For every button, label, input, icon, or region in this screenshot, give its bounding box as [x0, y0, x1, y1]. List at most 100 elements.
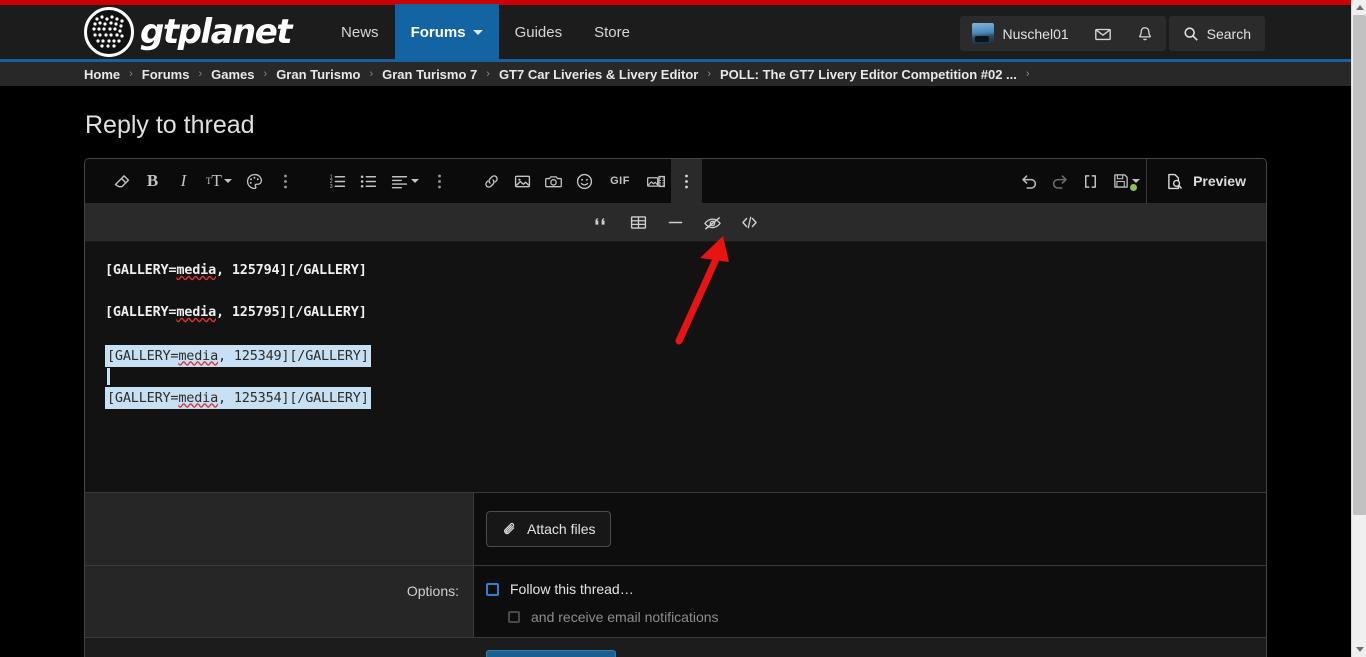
insert-photo-button[interactable]	[538, 159, 569, 204]
italic-button[interactable]: I	[168, 159, 199, 204]
breadcrumb-item-home[interactable]: Home	[84, 67, 120, 82]
undo-button[interactable]	[1013, 159, 1044, 204]
unordered-list-icon	[359, 172, 378, 191]
font-size-button[interactable]: TT	[199, 159, 239, 204]
browser-scrollbar[interactable]	[1351, 0, 1366, 657]
media-gallery-icon	[646, 172, 666, 191]
remove-formatting-icon	[112, 172, 131, 191]
browser-page: gtplanet News Forums Guides Store Nusche…	[0, 0, 1366, 657]
search-label: Search	[1207, 26, 1251, 42]
search-icon	[1183, 26, 1199, 42]
breadcrumb-item-gran-turismo[interactable]: Gran Turismo	[276, 67, 360, 82]
insert-image-button[interactable]	[507, 159, 538, 204]
insert-code-button[interactable]	[733, 204, 767, 242]
breadcrumb-item-forums[interactable]: Forums	[142, 67, 190, 82]
attach-files-button[interactable]: Attach files	[486, 511, 611, 547]
reply-editor: B I TT	[84, 158, 1267, 657]
attach-files-label: Attach files	[527, 521, 595, 537]
spellcheck-underline: media	[176, 262, 216, 278]
editor-line-4-text: [GALLERY=media, 125354][/GALLERY]	[105, 387, 371, 409]
text-align-button[interactable]	[384, 159, 424, 204]
toolbar-right-group: Preview	[1013, 159, 1266, 204]
nav-label-forums: Forums	[411, 24, 466, 41]
draft-saved-icon	[1112, 172, 1130, 190]
ordered-list-button[interactable]: 123	[322, 159, 353, 204]
site-logo-text: gtplanet	[140, 12, 291, 52]
editor-line-1: [GALLERY=media, 125794][/GALLERY]	[105, 260, 1246, 280]
user-area: Nuschel01	[960, 16, 1265, 51]
breadcrumb-separator-icon: ›	[369, 68, 373, 80]
nav-item-store[interactable]: Store	[578, 4, 646, 61]
link-icon	[482, 172, 501, 191]
remove-formatting-button[interactable]	[106, 159, 137, 204]
editor-line-3: [GALLERY=media, 125349][/GALLERY]	[105, 345, 1246, 367]
more-list-options-icon	[437, 173, 442, 190]
toggle-bbcode-button[interactable]	[1075, 159, 1106, 204]
avatar	[972, 23, 994, 45]
options-list: Follow this thread… and receive email no…	[474, 566, 1266, 637]
editor-text-area[interactable]: [GALLERY=media, 125794][/GALLERY] [GALLE…	[85, 242, 1266, 492]
option-email-notifications[interactable]: and receive email notifications	[508, 609, 1266, 625]
email-notifications-checkbox[interactable]	[508, 611, 520, 623]
option-follow-thread[interactable]: Follow this thread…	[486, 581, 1266, 597]
insert-quote-button[interactable]	[585, 204, 619, 242]
editor-selection-block: [GALLERY=media, 125349][/GALLERY] [GALLE…	[105, 345, 1246, 410]
spellcheck-underline: media	[176, 304, 216, 320]
camera-icon	[544, 172, 563, 191]
breadcrumb-item-forum[interactable]: GT7 Car Liveries & Livery Editor	[499, 67, 698, 82]
breadcrumb-separator-icon: ›	[264, 68, 268, 80]
insert-horizontal-rule-button[interactable]	[659, 204, 693, 242]
user-account-button[interactable]: Nuschel01	[960, 16, 1080, 51]
insert-link-button[interactable]	[476, 159, 507, 204]
toggle-bbcode-icon	[1081, 172, 1100, 191]
preview-button[interactable]: Preview	[1146, 159, 1266, 204]
insert-gif-button[interactable]: GIF	[600, 159, 640, 204]
breadcrumb-item-gran-turismo-7[interactable]: Gran Turismo 7	[382, 67, 477, 82]
bold-button[interactable]: B	[137, 159, 168, 204]
breadcrumb-separator-icon: ›	[486, 68, 490, 80]
breadcrumb-item-games[interactable]: Games	[211, 67, 254, 82]
drafts-button[interactable]	[1106, 159, 1146, 204]
nav-item-guides[interactable]: Guides	[499, 4, 579, 61]
breadcrumb-item-thread[interactable]: POLL: The GT7 Livery Editor Competition …	[720, 67, 1017, 82]
text-align-icon	[390, 172, 409, 191]
editor-toolbar-secondary	[85, 204, 1266, 242]
nav-item-forums[interactable]: Forums	[395, 4, 499, 61]
toolbar-group-format: B I TT	[106, 159, 301, 204]
search-button[interactable]: Search	[1169, 16, 1265, 51]
editor-line-2: [GALLERY=media, 125795][/GALLERY]	[105, 302, 1246, 322]
nav-label-guides: Guides	[515, 24, 563, 41]
text-color-button[interactable]	[239, 159, 270, 204]
options-label: Options:	[85, 566, 474, 637]
email-notifications-label: and receive email notifications	[531, 609, 719, 625]
scroll-up-arrow-icon[interactable]	[1352, 0, 1366, 15]
insert-gallery-button[interactable]	[640, 159, 671, 204]
breadcrumb-separator-icon: ›	[1026, 68, 1030, 80]
post-reply-button[interactable]: Post reply	[486, 650, 616, 657]
redo-button[interactable]	[1044, 159, 1075, 204]
more-format-options-button[interactable]	[270, 159, 301, 204]
site-logo[interactable]: gtplanet	[84, 7, 291, 57]
more-insert-options-button[interactable]	[671, 159, 702, 204]
bullet-list-button[interactable]	[353, 159, 384, 204]
quote-icon	[592, 213, 611, 232]
code-icon	[740, 213, 759, 232]
more-list-options-button[interactable]	[424, 159, 455, 204]
table-icon	[629, 213, 648, 232]
nav-item-news[interactable]: News	[325, 4, 395, 61]
bold-icon: B	[147, 171, 158, 191]
editor-line-blank	[105, 367, 1246, 387]
inbox-button[interactable]	[1082, 16, 1124, 51]
spellcheck-underline: media	[178, 348, 218, 364]
scroll-down-arrow-icon[interactable]	[1352, 642, 1366, 657]
main-navigation: News Forums Guides Store	[325, 4, 646, 61]
chevron-down-icon	[473, 30, 483, 35]
nav-label-news: News	[341, 24, 379, 41]
follow-thread-checkbox[interactable]	[486, 583, 499, 596]
emoji-icon	[575, 172, 594, 191]
alerts-button[interactable]	[1124, 16, 1166, 51]
insert-spoiler-button[interactable]	[696, 204, 730, 242]
insert-emoji-button[interactable]	[569, 159, 600, 204]
scrollbar-thumb[interactable]	[1353, 15, 1366, 515]
insert-table-button[interactable]	[622, 204, 656, 242]
